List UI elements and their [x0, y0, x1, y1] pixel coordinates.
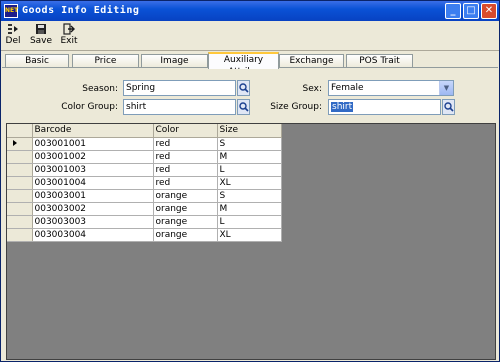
color-cell[interactable]: orange [153, 228, 218, 242]
size-group-field[interactable]: shirt [328, 99, 441, 115]
barcode-cell[interactable]: 003003001 [32, 189, 154, 203]
table-row[interactable]: 003001002 red M [7, 150, 282, 164]
barcode-cell[interactable]: 003001004 [32, 176, 154, 190]
color-cell[interactable]: red [153, 163, 218, 177]
size-cell[interactable]: L [217, 163, 282, 177]
row-indicator[interactable] [7, 163, 33, 177]
table-row[interactable]: 003001001 red S [7, 137, 282, 151]
row-indicator[interactable] [7, 215, 33, 229]
maximize-button[interactable]: □ [463, 3, 479, 19]
minimize-button[interactable]: _ [445, 3, 461, 19]
row-indicator-header [7, 124, 33, 138]
color-group-label: Color Group: [61, 102, 118, 112]
app-icon: NET [4, 4, 18, 18]
barcode-cell[interactable]: 003003003 [32, 215, 154, 229]
size-cell[interactable]: M [217, 202, 282, 216]
exit-label: Exit [60, 36, 78, 46]
row-indicator[interactable] [7, 202, 33, 216]
sex-label: Sex: [302, 84, 322, 94]
table-row[interactable]: 003001004 red XL [7, 176, 282, 190]
size-cell[interactable]: S [217, 137, 282, 151]
row-indicator[interactable] [7, 137, 33, 151]
barcode-cell[interactable]: 003001003 [32, 163, 154, 177]
barcode-cell[interactable]: 003001001 [32, 137, 154, 151]
window-title: Goods Info Editing [22, 5, 140, 16]
exit-button[interactable]: Exit [59, 23, 79, 49]
column-header-color[interactable]: Color [153, 124, 218, 138]
barcode-cell[interactable]: 003003002 [32, 202, 154, 216]
size-group-lookup-button[interactable] [442, 99, 455, 115]
title-bar[interactable]: NET Goods Info Editing _ □ ✕ [1, 1, 499, 21]
barcode-cell[interactable]: 003001002 [32, 150, 154, 164]
barcode-table: Barcode Color Size 003001001 red S 00300 [7, 124, 282, 242]
barcode-cell[interactable]: 003003004 [32, 228, 154, 242]
goods-info-window: NET Goods Info Editing _ □ ✕ Del Save Ex… [0, 0, 500, 362]
toolbar: Del Save Exit [1, 21, 499, 51]
search-icon [444, 102, 454, 112]
size-group-label: Size Group: [270, 102, 322, 112]
table-row[interactable]: 003003003 orange L [7, 215, 282, 229]
size-cell[interactable]: M [217, 150, 282, 164]
color-group-value: shirt [126, 102, 147, 112]
size-cell[interactable]: S [217, 189, 282, 203]
table-header-row: Barcode Color Size [7, 124, 282, 138]
color-cell[interactable]: orange [153, 215, 218, 229]
sex-select[interactable]: Female ▼ [328, 80, 454, 96]
column-header-barcode[interactable]: Barcode [32, 124, 154, 138]
row-indicator[interactable] [7, 189, 33, 203]
floppy-disk-icon [36, 24, 46, 34]
row-indicator[interactable] [7, 176, 33, 190]
tab-image[interactable]: Image [141, 54, 208, 68]
size-group-value: shirt [331, 102, 354, 112]
size-cell[interactable]: XL [217, 176, 282, 190]
save-label: Save [29, 36, 53, 46]
season-field[interactable]: Spring [123, 80, 236, 96]
size-cell[interactable]: L [217, 215, 282, 229]
color-cell[interactable]: red [153, 176, 218, 190]
sex-value: Female [331, 83, 364, 93]
save-button[interactable]: Save [29, 23, 53, 49]
auxiliary-attributes-panel: Season: Spring Sex: Female ▼ Color Group… [2, 67, 498, 361]
season-label: Season: [82, 84, 118, 94]
table-row[interactable]: 003003001 orange S [7, 189, 282, 203]
color-cell[interactable]: orange [153, 202, 218, 216]
delete-button[interactable]: Del [4, 23, 22, 49]
delete-label: Del [5, 36, 21, 46]
delete-icon [8, 24, 18, 34]
tab-exchange-unit[interactable]: Exchange unit [279, 54, 344, 78]
table-row[interactable]: 003001003 red L [7, 163, 282, 177]
tab-basic[interactable]: Basic [5, 54, 69, 68]
season-value: Spring [126, 83, 156, 93]
close-button[interactable]: ✕ [481, 3, 497, 19]
row-indicator[interactable] [7, 228, 33, 242]
tab-price[interactable]: Price [72, 54, 139, 68]
current-row-pointer-icon [13, 139, 17, 146]
tab-pos-trait[interactable]: POS Trait [346, 54, 413, 68]
chevron-down-icon[interactable]: ▼ [439, 81, 453, 95]
color-group-field[interactable]: shirt [123, 99, 236, 115]
tab-strip: Basic Price Image Auxiliary Attribu Exch… [1, 52, 499, 78]
table-row[interactable]: 003003004 orange XL [7, 228, 282, 242]
color-cell[interactable]: orange [153, 189, 218, 203]
size-cell[interactable]: XL [217, 228, 282, 242]
table-row[interactable]: 003003002 orange M [7, 202, 282, 216]
column-header-size[interactable]: Size [217, 124, 282, 138]
barcode-grid[interactable]: Barcode Color Size 003001001 red S 00300 [6, 123, 496, 360]
color-cell[interactable]: red [153, 137, 218, 151]
row-indicator[interactable] [7, 150, 33, 164]
tab-auxiliary-attributes[interactable]: Auxiliary Attribu [208, 52, 279, 69]
exit-door-icon [63, 23, 75, 35]
color-cell[interactable]: red [153, 150, 218, 164]
